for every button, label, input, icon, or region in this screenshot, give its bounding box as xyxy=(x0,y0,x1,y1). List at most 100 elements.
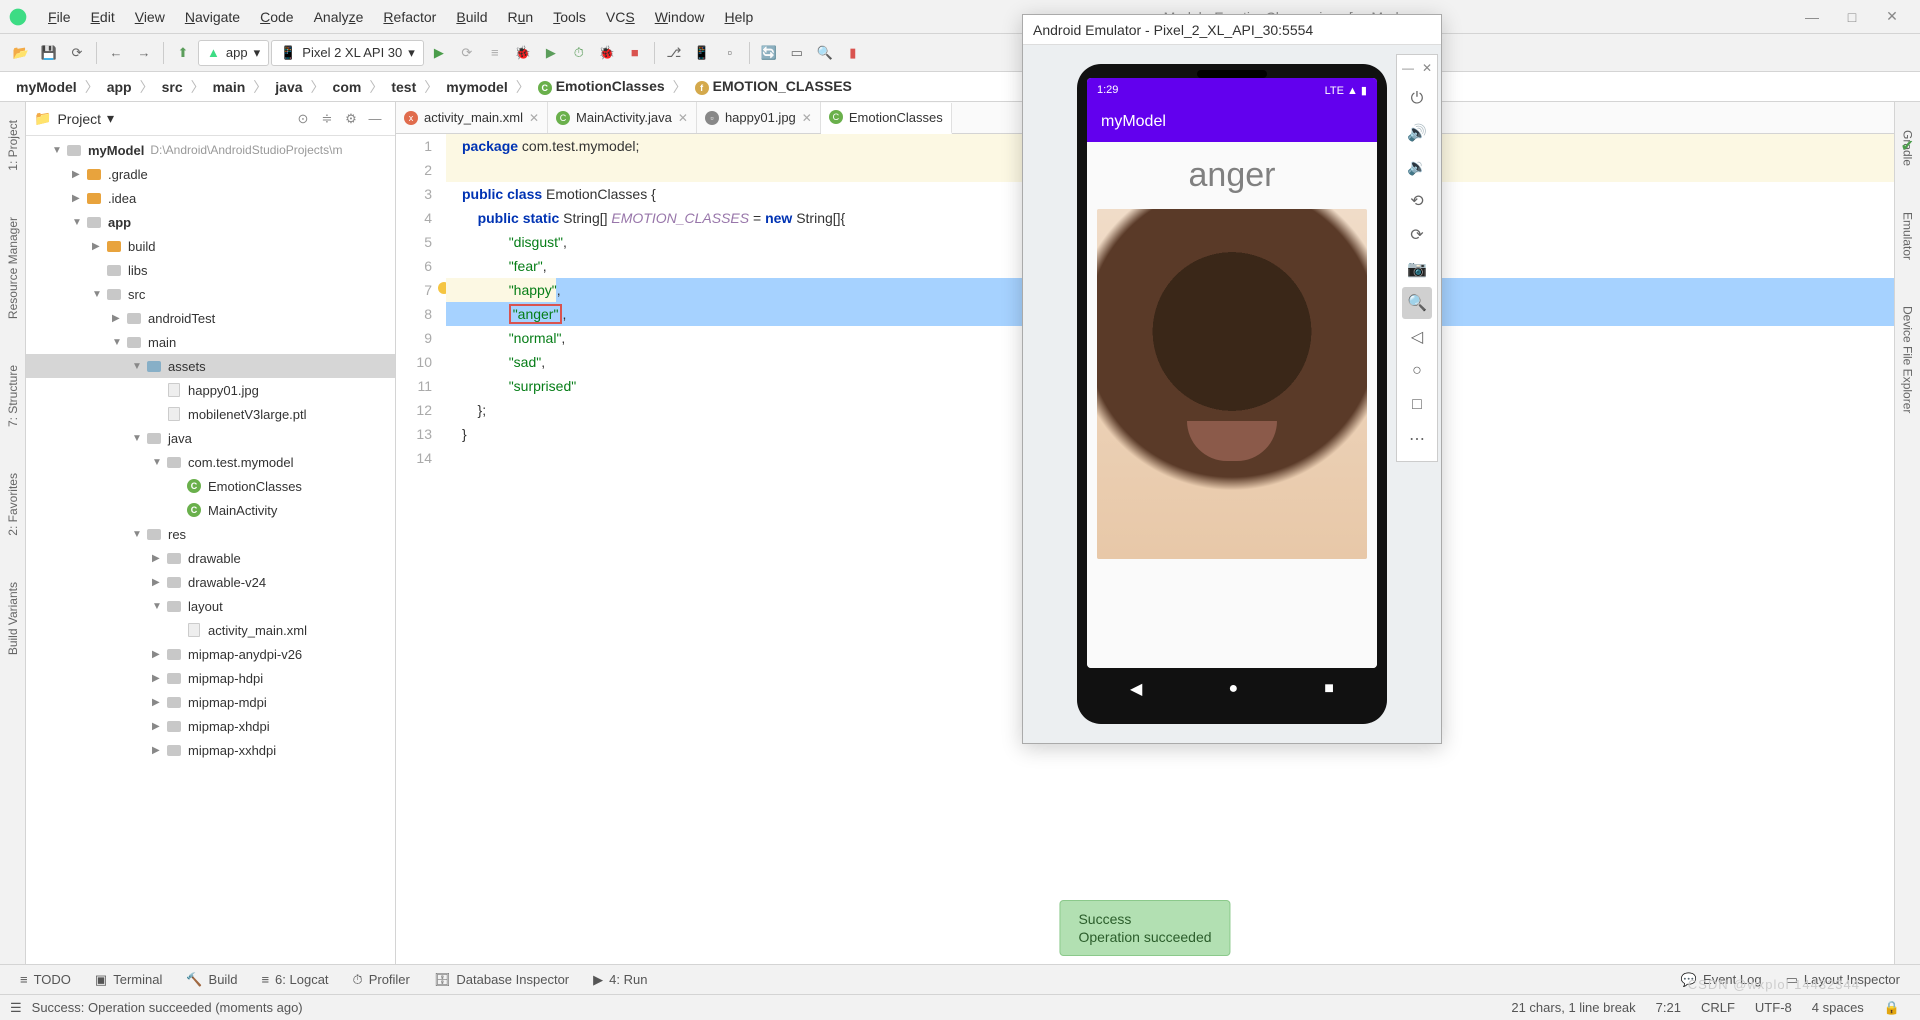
close-tab-icon[interactable]: ✕ xyxy=(678,111,688,125)
emu-min-icon[interactable]: — xyxy=(1402,61,1414,75)
editor-tab[interactable]: CMainActivity.java✕ xyxy=(548,102,697,133)
editor-tab[interactable]: CEmotionClasses xyxy=(821,103,952,134)
bottom-todo[interactable]: ≡ TODO xyxy=(8,972,83,987)
emu-overview-icon[interactable]: □ xyxy=(1402,389,1432,421)
device-selector[interactable]: 📱 Pixel 2 XL API 30 ▾ xyxy=(271,40,424,66)
crumb-9[interactable]: fEMOTION_CLASSES xyxy=(689,78,858,95)
emu-vol-up-icon[interactable]: 🔊 xyxy=(1402,117,1432,149)
menu-analyze[interactable]: Analyze xyxy=(304,5,374,29)
tree-row[interactable]: ▼layout xyxy=(26,594,395,618)
tree-row[interactable]: mobilenetV3large.ptl xyxy=(26,402,395,426)
tree-row[interactable]: ▶.idea xyxy=(26,186,395,210)
emu-zoom-icon[interactable]: 🔍 xyxy=(1402,287,1432,319)
menu-vcs[interactable]: VCS xyxy=(596,5,645,29)
tree-row[interactable]: ▶mipmap-mdpi xyxy=(26,690,395,714)
emu-rotate-right-icon[interactable]: ⟳ xyxy=(1402,219,1432,251)
stripe-build-variants[interactable]: Build Variants xyxy=(4,574,22,663)
gear-icon[interactable]: ⚙ xyxy=(339,111,363,127)
bottom-profiler[interactable]: ⏱ Profiler xyxy=(341,972,422,988)
avd-icon[interactable]: 📱 xyxy=(689,40,715,66)
coverage-icon[interactable]: ▶ xyxy=(538,40,564,66)
stop-icon[interactable]: ■ xyxy=(622,40,648,66)
stripe-device-explorer[interactable]: Device File Explorer xyxy=(1899,298,1917,421)
tree-row[interactable]: ▼com.test.mymodel xyxy=(26,450,395,474)
tree-row[interactable]: ▶mipmap-anydpi-v26 xyxy=(26,642,395,666)
sync-gradle-icon[interactable]: 🔄 xyxy=(756,40,782,66)
emu-power-icon[interactable]: ⏻ xyxy=(1402,83,1432,115)
git-icon[interactable]: ⎇ xyxy=(661,40,687,66)
menu-edit[interactable]: Edit xyxy=(81,5,125,29)
hide-icon[interactable]: — xyxy=(363,111,387,126)
crumb-4[interactable]: java xyxy=(269,79,308,95)
crumb-1[interactable]: app xyxy=(101,79,138,95)
profile-icon[interactable]: ⏱ xyxy=(566,40,592,66)
tree-row[interactable]: ▼main xyxy=(26,330,395,354)
tree-row[interactable]: libs xyxy=(26,258,395,282)
back-icon[interactable]: ← xyxy=(103,40,129,66)
debug-icon[interactable]: 🐞 xyxy=(510,40,536,66)
tree-row[interactable]: happy01.jpg xyxy=(26,378,395,402)
menu-navigate[interactable]: Navigate xyxy=(175,5,250,29)
bottom-build[interactable]: 🔨 Build xyxy=(174,972,249,988)
tree-row[interactable]: ▶androidTest xyxy=(26,306,395,330)
tree-row[interactable]: ▶mipmap-xhdpi xyxy=(26,714,395,738)
tree-row[interactable]: ▶mipmap-xxhdpi xyxy=(26,738,395,762)
crumb-6[interactable]: test xyxy=(385,79,422,95)
tree-row[interactable]: CMainActivity xyxy=(26,498,395,522)
close-tab-icon[interactable]: ✕ xyxy=(529,111,539,125)
tree-row[interactable]: activity_main.xml xyxy=(26,618,395,642)
close-button[interactable]: ✕ xyxy=(1872,8,1912,25)
tree-row[interactable]: ▶drawable xyxy=(26,546,395,570)
emu-close-icon[interactable]: ✕ xyxy=(1422,61,1432,75)
locate-icon[interactable]: ⊙ xyxy=(291,111,315,127)
expand-icon[interactable]: ≑ xyxy=(315,111,339,127)
stripe-resource-manager[interactable]: Resource Manager xyxy=(4,209,22,327)
emu-more-icon[interactable]: ⋯ xyxy=(1402,423,1432,455)
minimize-button[interactable]: — xyxy=(1792,9,1832,25)
project-tree[interactable]: ▼myModelD:\Android\AndroidStudioProjects… xyxy=(26,136,395,964)
tree-row[interactable]: ▼java xyxy=(26,426,395,450)
sync-icon[interactable]: ⟳ xyxy=(64,40,90,66)
crumb-3[interactable]: main xyxy=(207,79,252,95)
menu-run[interactable]: Run xyxy=(498,5,544,29)
battery-icon[interactable]: ▮ xyxy=(840,40,866,66)
menu-window[interactable]: Window xyxy=(645,5,715,29)
menu-refactor[interactable]: Refactor xyxy=(373,5,446,29)
status-encoding[interactable]: UTF-8 xyxy=(1745,1000,1802,1015)
emu-icon[interactable]: ▭ xyxy=(784,40,810,66)
tree-row[interactable]: ▼src xyxy=(26,282,395,306)
menu-file[interactable]: File xyxy=(38,5,81,29)
tree-row[interactable]: ▼myModelD:\Android\AndroidStudioProjects… xyxy=(26,138,395,162)
editor-tab[interactable]: xactivity_main.xml✕ xyxy=(396,102,548,133)
emu-home-icon[interactable]: ○ xyxy=(1402,355,1432,387)
open-icon[interactable]: 📂 xyxy=(8,40,34,66)
apply-changes-icon[interactable]: ⟳ xyxy=(454,40,480,66)
nav-home-icon[interactable]: ● xyxy=(1228,680,1238,698)
status-lock-icon[interactable]: 🔒 xyxy=(1874,1000,1910,1016)
tree-row[interactable]: ▼app xyxy=(26,210,395,234)
status-indent[interactable]: 4 spaces xyxy=(1802,1000,1874,1015)
close-tab-icon[interactable]: ✕ xyxy=(802,111,812,125)
project-pane-title[interactable]: 📁 Project ▾ xyxy=(34,110,291,127)
bottom-logcat[interactable]: ≡ 6: Logcat xyxy=(249,972,340,987)
tree-row[interactable]: ▼assets xyxy=(26,354,395,378)
maximize-button[interactable]: □ xyxy=(1832,9,1872,25)
menu-code[interactable]: Code xyxy=(250,5,303,29)
menu-build[interactable]: Build xyxy=(446,5,497,29)
stripe-emulator[interactable]: Emulator xyxy=(1899,204,1917,268)
emu-rotate-left-icon[interactable]: ⟲ xyxy=(1402,185,1432,217)
phone-screen[interactable]: 1:29 LTE ▲ ▮ myModel anger xyxy=(1087,78,1377,668)
menu-view[interactable]: View xyxy=(125,5,175,29)
crumb-0[interactable]: myModel xyxy=(10,79,83,95)
tree-row[interactable]: ▶build xyxy=(26,234,395,258)
save-icon[interactable]: 💾 xyxy=(36,40,62,66)
emu-back-icon[interactable]: ◁ xyxy=(1402,321,1432,353)
crumb-5[interactable]: com xyxy=(327,79,368,95)
crumb-2[interactable]: src xyxy=(156,79,189,95)
search-icon[interactable]: 🔍 xyxy=(812,40,838,66)
nav-back-icon[interactable]: ◀ xyxy=(1130,679,1142,699)
editor-tab[interactable]: ▫happy01.jpg✕ xyxy=(697,102,821,133)
crumb-8[interactable]: CEmotionClasses xyxy=(532,78,671,95)
bottom-db-inspector[interactable]: 🗄 Database Inspector xyxy=(422,972,581,988)
sdk-icon[interactable]: ▫ xyxy=(717,40,743,66)
